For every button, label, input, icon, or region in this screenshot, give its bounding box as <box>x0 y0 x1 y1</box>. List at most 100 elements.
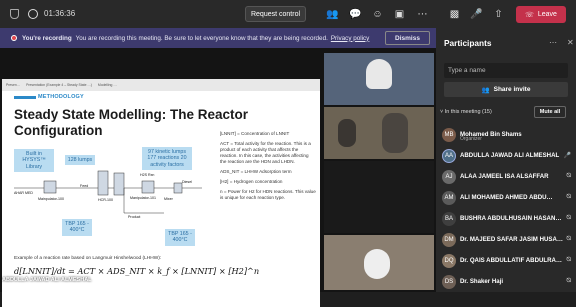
dismiss-button[interactable]: Dismiss <box>385 31 430 45</box>
rate-equation: d[LNNIT]/dt = ACT × ADS_NIT × k_f × [LNN… <box>14 266 260 276</box>
avatar: DM <box>442 232 456 247</box>
avatar: AM <box>442 190 456 205</box>
banner-message: You are recording this meeting. Be sure … <box>75 34 328 42</box>
equation-definitions: [LNNIT] = Concentration of LNNIT ACT = T… <box>220 131 316 205</box>
flow-label: Feed <box>80 184 89 188</box>
recording-banner: You're recording You are recording this … <box>0 28 436 48</box>
section-accent <box>14 96 36 99</box>
share-icon: 👥 <box>481 86 490 94</box>
participant-name: BUSHRA ABDULHUSAIN HASAN… <box>460 215 562 222</box>
video-tile[interactable] <box>324 53 434 105</box>
participant-row[interactable]: DS Dr. Shaker Haji ⦰ <box>442 271 574 292</box>
mic-off-icon: ⦰ <box>566 173 571 179</box>
definition-item: [LNNIT] = Concentration of LNNIT <box>220 131 290 136</box>
search-input[interactable]: Type a name <box>444 63 568 78</box>
share-invite-label: Share invite <box>493 86 531 93</box>
video-tile[interactable] <box>324 235 434 290</box>
participant-row[interactable]: AJ ALAA JAMEEL ISA ALSAFFAR ⦰ <box>442 166 574 187</box>
section-label: In this meeting (15) <box>444 109 492 115</box>
participant-role: Organizer <box>460 136 482 142</box>
chat-icon[interactable]: 💬 <box>348 7 363 22</box>
avatar: DQ <box>442 253 456 268</box>
participant-row[interactable]: DQ Dr. QAIS ABDULLATIF ABDULRA… ⦰ <box>442 250 574 271</box>
phone-icon: ☏ <box>525 11 534 19</box>
participant-row[interactable]: MB Mohamed Bin Shams Organizer <box>442 124 574 145</box>
more-options-icon[interactable]: ⋯ <box>415 7 430 22</box>
shared-screen: Presen… Presentation (Example 4 – Steady… <box>2 79 320 307</box>
flow-label: AHAR MED <box>14 191 33 195</box>
participant-name: Dr. Shaker Haji <box>460 278 504 285</box>
participant-name: ALAA JAMEEL ISA ALSAFFAR <box>460 173 549 180</box>
participant-name: Dr. MAJEED SAFAR JASIM HUSA… <box>460 236 563 243</box>
avatar: AA <box>442 148 456 163</box>
people-icon[interactable]: 👥 <box>325 7 340 22</box>
callout-kinetic: 97 kinetic lumps 177 reactions 20 activi… <box>142 147 192 171</box>
chevron-down-icon: ˅ <box>440 109 444 115</box>
callout-hysys: Built in HYSYS™ Library <box>14 149 54 173</box>
avatar: BA <box>442 211 456 226</box>
participants-panel: Participants ⋯ ✕ Type a name 👥 Share inv… <box>436 28 576 292</box>
avatar: AJ <box>442 169 456 184</box>
participant-row[interactable]: BA BUSHRA ABDULHUSAIN HASAN… ⦰ <box>442 208 574 229</box>
participant-video <box>338 119 356 147</box>
flow-label: H2S Rxn <box>140 173 155 177</box>
shared-tab: Presen… <box>6 83 21 87</box>
meeting-section-toggle[interactable]: ˅ In this meeting (15) <box>440 109 492 115</box>
meeting-toolbar: 01:36:36 Request control 👥 💬 ☺ ▣ ⋯ ▩ 🎤 ⇧… <box>0 0 576 28</box>
record-icon <box>11 35 17 41</box>
video-tile[interactable] <box>324 161 434 233</box>
flow-label: Diesel <box>182 180 192 184</box>
meeting-timer: 01:36:36 <box>44 9 76 18</box>
participant-row[interactable]: DM Dr. MAJEED SAFAR JASIM HUSA… ⦰ <box>442 229 574 250</box>
flow-label: Mixer <box>164 197 173 201</box>
avatar: MB <box>442 127 456 142</box>
mic-off-icon: ⦰ <box>566 215 571 221</box>
flow-label: HCR-100 <box>98 198 113 202</box>
callout-tbp: TBP 165 - 400°C <box>165 229 195 246</box>
participant-video <box>366 59 392 89</box>
flow-label: Product <box>128 215 141 219</box>
shared-window-tabs: Presen… Presentation (Example 4 – Steady… <box>2 79 320 91</box>
microphone-icon: 🎤 <box>563 153 571 159</box>
callout-tbp: TBP 165 - 400°C <box>62 219 92 236</box>
shield-icon <box>10 9 19 19</box>
equation-caption: Example of a reaction rate based on Lang… <box>14 256 162 261</box>
camera-icon[interactable]: ▩ <box>447 7 462 22</box>
leave-button[interactable]: ☏ Leave <box>516 6 566 23</box>
presenter-name: ABDULLA JAWAD ALI ALMESHAL <box>2 277 92 283</box>
banner-title: You're recording <box>22 34 72 42</box>
participant-row[interactable]: AM ALI MOHAMED AHMED ABDU… ⦰ <box>442 187 574 208</box>
recording-indicator-icon <box>28 9 38 19</box>
mic-off-icon: ⦰ <box>566 257 571 263</box>
close-icon[interactable]: ✕ <box>567 38 574 47</box>
share-screen-icon[interactable]: ⇧ <box>491 7 506 22</box>
shared-tab: Modelling … <box>97 83 117 87</box>
definition-item: ADS_NIT = LHHW Adsorption term <box>220 169 292 174</box>
avatar: DS <box>442 274 456 289</box>
mic-off-icon: ⦰ <box>566 278 571 284</box>
flow-label: Manipulator-101 <box>130 196 156 200</box>
reactions-icon[interactable]: ☺ <box>370 7 385 22</box>
microphone-icon[interactable]: 🎤 <box>469 7 484 22</box>
definition-item: [H2] = Hydrogen concentration <box>220 179 283 184</box>
shared-tab: Presentation (Example 4 – Steady State …… <box>26 83 92 87</box>
share-invite-button[interactable]: 👥 Share invite <box>444 82 568 97</box>
more-options-icon[interactable]: ⋯ <box>549 38 557 47</box>
video-tile[interactable] <box>324 107 434 159</box>
rooms-icon[interactable]: ▣ <box>392 7 407 22</box>
mic-off-icon: ⦰ <box>566 236 571 242</box>
mute-all-button[interactable]: Mute all <box>534 106 566 118</box>
participant-video <box>382 113 408 153</box>
request-control-button[interactable]: Request control <box>245 6 306 22</box>
meeting-stage: Presen… Presentation (Example 4 – Steady… <box>0 48 436 307</box>
participant-name: Dr. QAIS ABDULLATIF ABDULRA… <box>460 257 563 264</box>
participant-row[interactable]: AA ABDULLA JAWAD ALI ALMESHAL 🎤 <box>442 145 574 166</box>
flow-label: Mainpulator-100 <box>38 197 64 201</box>
callout-lumps: 128 lumps <box>65 155 95 166</box>
leave-label: Leave <box>537 11 557 18</box>
definition-item: ACT = Total activity for the reaction. T… <box>220 141 311 164</box>
participant-name: ALI MOHAMED AHMED ABDU… <box>460 194 553 201</box>
definition-item: n = Power for H2 for HDN reactions. This… <box>220 189 316 200</box>
privacy-policy-link[interactable]: Privacy policy <box>331 35 370 42</box>
mic-off-icon: ⦰ <box>566 194 571 200</box>
